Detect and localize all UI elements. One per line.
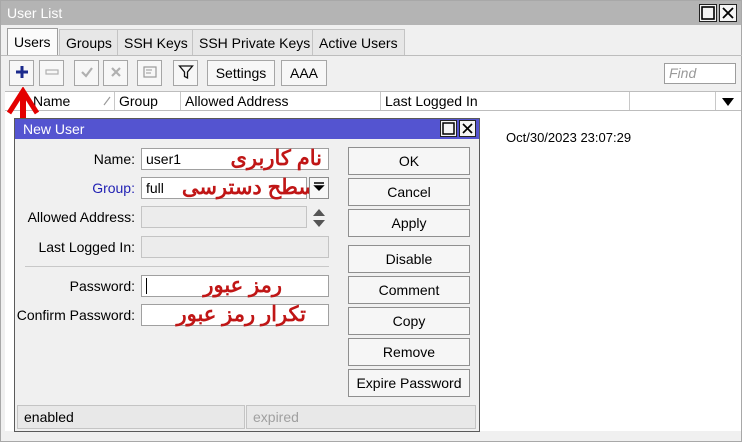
expire-password-button[interactable]: Expire Password <box>348 369 470 397</box>
password-annotation: رمز عبور <box>203 274 282 297</box>
check-icon <box>80 67 93 78</box>
confirm-password-field[interactable]: تکرار رمز عبور <box>141 303 329 326</box>
minus-icon <box>44 69 59 75</box>
column-last-logged-in[interactable]: Last Logged In <box>381 92 630 110</box>
enable-button[interactable] <box>74 60 99 86</box>
new-user-dialog: New User Name: user1 نام کاربری Group: f… <box>14 118 480 432</box>
confirm-password-annotation: تکرار رمز عبور <box>176 303 306 326</box>
name-annotation: نام کاربری <box>230 147 323 170</box>
maximize-icon <box>442 122 455 135</box>
cancel-button[interactable]: Cancel <box>348 178 470 206</box>
list-header: Name Group Allowed Address Last Logged I… <box>5 91 741 111</box>
dialog-close-button[interactable] <box>459 120 476 137</box>
chevron-down-icon <box>313 182 325 191</box>
allowed-address-field[interactable] <box>141 206 307 228</box>
group-annotation: سطح دسترسی <box>181 176 316 199</box>
maximize-button[interactable] <box>699 4 717 22</box>
x-icon <box>110 67 121 77</box>
remove-user-button[interactable]: Remove <box>348 338 470 366</box>
dialog-titlebar[interactable]: New User <box>15 119 479 139</box>
remove-button[interactable] <box>39 60 64 86</box>
group-label[interactable]: Group: <box>1 178 135 198</box>
ok-button[interactable]: OK <box>348 147 470 175</box>
password-label: Password: <box>69 278 135 294</box>
maximize-icon <box>701 6 715 20</box>
allowed-address-label: Allowed Address: <box>27 209 135 225</box>
comment-button[interactable] <box>137 60 162 86</box>
row-last-logged-in: Oct/30/2023 23:07:29 <box>506 130 632 145</box>
column-extra[interactable] <box>630 92 716 110</box>
dialog-title: New User <box>23 121 85 137</box>
tab-users[interactable]: Users <box>7 28 58 56</box>
filter-icon <box>177 65 194 80</box>
window-title: User List <box>7 5 63 21</box>
filter-button[interactable] <box>173 60 198 86</box>
name-field[interactable]: user1 نام کاربری <box>141 147 329 170</box>
close-button[interactable] <box>719 4 737 22</box>
comment-icon <box>142 66 157 78</box>
find-input[interactable]: Find <box>664 63 736 84</box>
last-logged-in-label: Last Logged In: <box>38 239 135 255</box>
text-cursor <box>146 278 147 294</box>
settings-button[interactable]: Settings <box>207 60 275 86</box>
tab-active-users[interactable]: Active Users <box>312 29 405 56</box>
group-select[interactable]: full سطح دسترسی <box>141 176 316 199</box>
tab-ssh-private-keys[interactable]: SSH Private Keys <box>192 29 318 56</box>
tab-divider <box>1 55 742 56</box>
tab-groups[interactable]: Groups <box>59 29 119 56</box>
disable-button[interactable] <box>103 60 128 86</box>
name-label: Name: <box>93 151 135 167</box>
column-allowed-address[interactable]: Allowed Address <box>181 92 381 110</box>
plus-icon <box>15 66 28 78</box>
add-button[interactable] <box>9 60 34 86</box>
group-dropdown-button[interactable] <box>309 177 329 199</box>
confirm-password-label: Confirm Password: <box>16 307 135 323</box>
dialog-maximize-button[interactable] <box>440 120 457 137</box>
last-logged-in-field <box>141 236 329 258</box>
column-group[interactable]: Group <box>115 92 181 110</box>
sort-icon <box>103 96 111 106</box>
copy-button[interactable]: Copy <box>348 307 470 335</box>
status-enabled: enabled <box>17 405 245 429</box>
apply-button[interactable]: Apply <box>348 209 470 237</box>
dialog-divider <box>25 266 329 267</box>
column-menu-chevron-down-icon[interactable] <box>721 97 735 107</box>
aaa-button[interactable]: AAA <box>281 60 327 86</box>
window-titlebar[interactable]: User List <box>1 1 741 25</box>
spinner-updown-icon[interactable] <box>311 206 327 230</box>
close-icon <box>462 123 473 134</box>
comment-user-button[interactable]: Comment <box>348 276 470 304</box>
close-icon <box>722 7 734 19</box>
password-field[interactable]: رمز عبور <box>141 274 329 297</box>
disable-user-button[interactable]: Disable <box>348 245 470 273</box>
status-expired: expired <box>246 405 476 429</box>
tab-ssh-keys[interactable]: SSH Keys <box>117 29 195 56</box>
